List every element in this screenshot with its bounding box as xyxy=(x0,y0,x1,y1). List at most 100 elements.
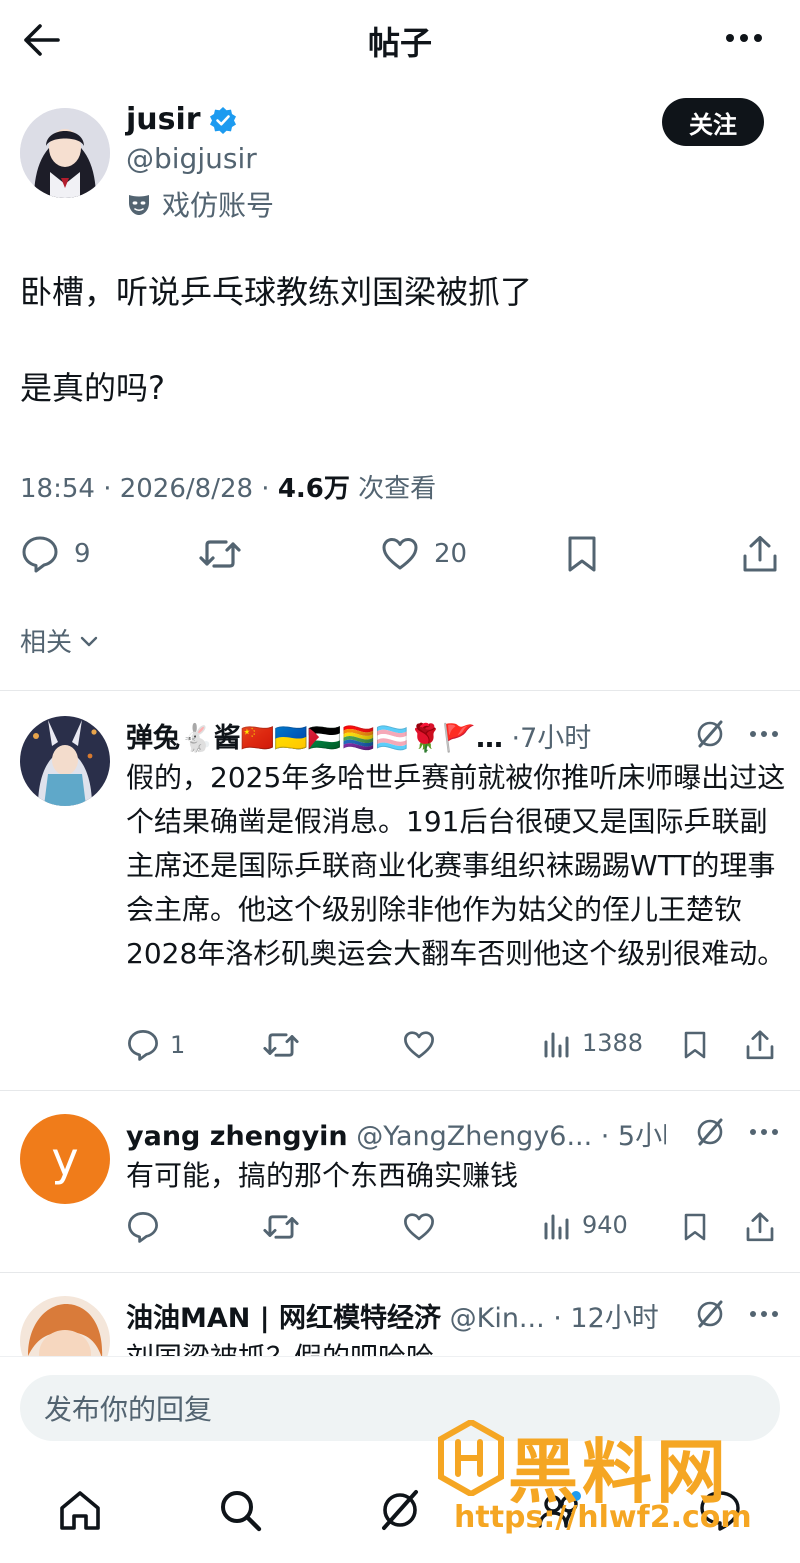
post-view-count[interactable]: 4.6万 xyxy=(278,474,350,504)
views-bar-chart-icon xyxy=(544,1032,569,1058)
share-action[interactable] xyxy=(740,534,780,574)
reply-handle-timestamp: @Kin... · 12小时 xyxy=(441,1303,659,1334)
divider xyxy=(0,690,800,691)
heart-icon xyxy=(404,1031,434,1059)
reply-like-action[interactable] xyxy=(402,1028,436,1062)
grok-icon[interactable] xyxy=(694,1116,726,1148)
post-views-label: 次查看 xyxy=(349,474,437,504)
reply-action-bar: 1 1388 xyxy=(126,1028,786,1064)
reply-view-count: 940 xyxy=(582,1211,628,1239)
parody-account-label: 戏仿账号 xyxy=(126,184,274,224)
divider xyxy=(0,1090,800,1091)
like-count: 20 xyxy=(434,539,468,569)
communities-icon[interactable] xyxy=(536,1486,584,1534)
divider xyxy=(0,1272,800,1273)
heart-icon xyxy=(404,1213,434,1241)
chevron-down-icon xyxy=(80,636,98,646)
related-label: 相关 xyxy=(20,628,73,658)
reply-handle-timestamp: @YangZhengy6... · 5小时 xyxy=(347,1121,666,1152)
reply-timestamp: ·7小时 xyxy=(502,723,592,754)
views-bar-chart-icon xyxy=(544,1214,569,1240)
page-title: 帖子 xyxy=(367,24,432,62)
reply-avatar[interactable] xyxy=(20,716,110,806)
reply-reply-action[interactable] xyxy=(126,1210,170,1244)
mask-icon xyxy=(129,195,149,215)
reply-icon xyxy=(128,1030,158,1061)
post-action-bar: 9 20 xyxy=(20,534,780,582)
author-name[interactable]: jusir xyxy=(126,102,201,137)
like-action[interactable]: 20 xyxy=(380,534,467,574)
reply-header: 油油MAN | 网红模特经济 @Kin... · 12小时 xyxy=(126,1296,666,1335)
reply-avatar[interactable]: y xyxy=(20,1114,110,1204)
reply-compose-bar: 发布你的回复 xyxy=(0,1356,800,1456)
reply-input[interactable]: 发布你的回复 xyxy=(20,1375,780,1441)
bottom-tab-bar xyxy=(0,1456,800,1563)
more-options-icon[interactable] xyxy=(724,26,764,50)
top-bar: 帖子 xyxy=(0,0,800,80)
search-icon[interactable] xyxy=(216,1486,264,1534)
reply-action-bar: 940 xyxy=(126,1210,786,1246)
grok-icon[interactable] xyxy=(376,1486,424,1534)
reply-text: 假的，2025年多哈世乒赛前就被你推听床师曝出过这个结果确凿是假消息。191后台… xyxy=(126,761,786,970)
share-icon xyxy=(743,536,777,572)
share-icon xyxy=(746,1030,774,1060)
reply-share-action[interactable] xyxy=(744,1210,776,1244)
reply-item[interactable]: 油油MAN | 网红模特经济 @Kin... · 12小时 刘国梁被抓？假的吧哈… xyxy=(0,1296,800,1356)
reply-author-name[interactable]: 油油MAN | 网红模特经济 xyxy=(126,1303,441,1334)
reply-bookmark-action[interactable] xyxy=(680,1210,710,1244)
reply-repost-action[interactable] xyxy=(262,1028,300,1062)
parody-label-text: 戏仿账号 xyxy=(162,189,275,222)
reply-reply-count: 1 xyxy=(170,1031,186,1059)
reply-author-name[interactable]: 弹兔🐇酱🇨🇳🇺🇦🇵🇸🏳️‍🌈🏳️‍⚧️🌹🚩… xyxy=(126,723,503,754)
verified-badge-icon xyxy=(209,106,236,134)
reply-more-icon[interactable] xyxy=(748,726,780,742)
repost-icon xyxy=(199,540,241,568)
repost-icon xyxy=(263,1033,299,1057)
reply-like-action[interactable] xyxy=(402,1210,436,1244)
bookmark-icon xyxy=(684,1213,706,1241)
post-text: 卧槽，听说乒乓球教练刘国梁被抓了 是真的吗? xyxy=(20,268,780,412)
share-icon xyxy=(746,1212,774,1242)
post-meta: 18:54 · 2026/8/28 · 4.6万 次查看 xyxy=(20,468,436,505)
reply-text: 刘国梁被抓？假的吧哈哈 xyxy=(126,1336,786,1356)
reply-icon xyxy=(128,1212,158,1243)
reply-header: yang zhengyin @YangZhengy6... · 5小时 xyxy=(126,1114,666,1153)
reply-share-action[interactable] xyxy=(744,1028,776,1062)
repost-icon xyxy=(263,1215,299,1239)
bookmark-action[interactable] xyxy=(562,534,602,574)
reply-view-count: 1388 xyxy=(582,1029,644,1057)
reply-item[interactable]: 弹兔🐇酱🇨🇳🇺🇦🇵🇸🏳️‍🌈🏳️‍⚧️🌹🚩… ·7小时 假的，2025年多哈世乒… xyxy=(0,716,800,1090)
author-avatar[interactable] xyxy=(20,108,110,198)
repost-action[interactable] xyxy=(198,534,242,574)
reply-icon xyxy=(22,536,58,573)
grok-icon[interactable] xyxy=(694,1298,726,1330)
post-text-line: 卧槽，听说乒乓球教练刘国梁被抓了 xyxy=(20,273,533,311)
reply-author-name[interactable]: yang zhengyin xyxy=(126,1121,348,1152)
author-handle[interactable]: @bigjusir xyxy=(126,142,257,175)
messages-icon[interactable] xyxy=(696,1486,744,1534)
reply-more-icon[interactable] xyxy=(748,1124,780,1140)
related-dropdown[interactable]: 相关 xyxy=(20,622,100,659)
reply-reply-action[interactable]: 1 xyxy=(126,1028,185,1062)
reply-repost-action[interactable] xyxy=(262,1210,300,1244)
reply-bookmark-action[interactable] xyxy=(680,1028,710,1062)
reply-header: 弹兔🐇酱🇨🇳🇺🇦🇵🇸🏳️‍🌈🏳️‍⚧️🌹🚩… ·7小时 xyxy=(126,716,666,755)
bookmark-icon xyxy=(568,536,596,572)
reply-count: 9 xyxy=(74,539,91,569)
reply-text: 有可能，搞的那个东西确实赚钱 xyxy=(126,1159,519,1192)
home-icon[interactable] xyxy=(56,1486,104,1534)
reply-more-icon[interactable] xyxy=(748,1306,780,1322)
post-author: jusir @bigjusir 戏仿账号 关注 xyxy=(20,98,780,230)
grok-icon[interactable] xyxy=(694,718,726,750)
follow-button[interactable]: 关注 xyxy=(662,98,764,146)
author-name-row: jusir xyxy=(126,102,237,137)
reply-item[interactable]: y yang zhengyin @YangZhengy6... · 5小时 有可… xyxy=(0,1114,800,1274)
heart-icon xyxy=(382,538,418,570)
reply-views-action[interactable]: 1388 xyxy=(542,1028,643,1058)
avatar-letter: y xyxy=(51,1132,79,1186)
reply-views-action[interactable]: 940 xyxy=(542,1210,628,1240)
bookmark-icon xyxy=(684,1031,706,1059)
reply-action[interactable]: 9 xyxy=(20,534,91,574)
post-text-line: 是真的吗? xyxy=(20,369,165,407)
reply-avatar[interactable] xyxy=(20,1296,110,1356)
